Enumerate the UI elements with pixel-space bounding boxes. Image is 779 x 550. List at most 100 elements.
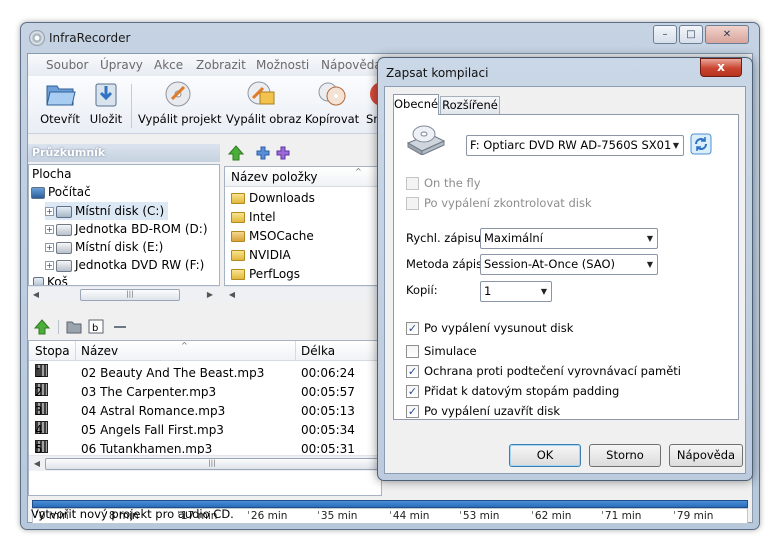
column-length[interactable]: Délka xyxy=(301,341,335,361)
simulation-label: Simulace xyxy=(424,344,477,358)
buffer-protection-checkbox[interactable]: ✓ xyxy=(406,365,419,378)
drive-select-value: F: Optiarc DVD RW AD-7560S SX01 xyxy=(470,138,672,152)
drive-select[interactable]: F: Optiarc DVD RW AD-7560S SX01 ▼ xyxy=(466,135,684,156)
file-row-intel[interactable]: Intel xyxy=(231,208,276,227)
menu-soubor[interactable]: Soubor xyxy=(46,58,88,72)
tree-item-desktop[interactable]: Plocha xyxy=(32,165,71,183)
save-icon xyxy=(95,83,117,107)
refresh-icon[interactable] xyxy=(690,133,712,155)
explorer-tree[interactable]: Plocha Počítač + Místní disk (C:) + Jednot… xyxy=(28,164,220,286)
tree-item-drive-f[interactable]: + Jednotka DVD RW (F:) xyxy=(45,256,204,274)
main-titlebar[interactable]: InfraRecorder – □ ✕ xyxy=(21,23,759,53)
tab-advanced[interactable]: Rozšířené xyxy=(440,96,500,115)
file-row-downloads[interactable]: Downloads xyxy=(231,189,315,208)
padding-checkbox[interactable]: ✓ xyxy=(406,385,419,398)
column-name[interactable]: Název xyxy=(81,341,118,361)
on-the-fly-checkbox[interactable] xyxy=(406,177,419,190)
infrarecorder-app-icon xyxy=(29,30,45,46)
tree-item-computer[interactable]: Počítač xyxy=(31,183,91,201)
track-row[interactable]: 1 02 Beauty And The Beast.mp3 00:06:24 xyxy=(29,364,381,383)
dialog-body: Obecné Rozšířené F: Optiarc DVD RW AD-75… xyxy=(384,86,746,474)
write-method-select[interactable]: Session-At-Once (SAO) ▼ xyxy=(480,254,658,275)
burn-image-button[interactable]: Vypálit obraz xyxy=(226,80,301,132)
expand-icon[interactable]: + xyxy=(45,207,54,216)
chevron-down-icon: ▼ xyxy=(646,234,653,243)
close-window-button[interactable]: ✕ xyxy=(705,25,749,44)
verify-checkbox[interactable] xyxy=(406,197,419,210)
scale-tick: 79 min xyxy=(673,510,714,522)
help-button[interactable]: Nápověda xyxy=(669,444,743,467)
scroll-left-icon[interactable]: ◀ xyxy=(31,458,43,470)
new-folder-icon[interactable] xyxy=(66,319,82,334)
copies-label: Kopií: xyxy=(406,283,438,297)
padding-label: Přidat k datovým stopám padding xyxy=(424,384,620,398)
track-row[interactable]: 3 04 Astral Romance.mp3 00:05:13 xyxy=(29,402,381,421)
up-arrow-icon[interactable] xyxy=(228,145,244,161)
explorer-file-list[interactable]: Název položky ^ Downloads Intel MSOCache … xyxy=(224,166,380,286)
tab-general[interactable]: Obecné xyxy=(393,94,439,115)
burn-project-button[interactable]: Vypálit projekt xyxy=(138,80,222,132)
tree-item-drive-d[interactable]: + Jednotka BD-ROM (D:) xyxy=(45,220,208,238)
folder-icon xyxy=(231,212,245,223)
tree-item-drive-e[interactable]: + Místní disk (E:) xyxy=(45,238,163,256)
menu-zobrazit[interactable]: Zobrazit xyxy=(196,58,246,72)
scroll-right-icon[interactable]: ▶ xyxy=(204,289,216,301)
scroll-left-icon[interactable]: ◀ xyxy=(30,289,42,301)
simulation-checkbox[interactable] xyxy=(406,345,419,358)
finalize-checkbox[interactable]: ✓ xyxy=(406,405,419,418)
cancel-button[interactable]: Storno xyxy=(589,444,661,467)
tree-item-drive-c[interactable]: + Místní disk (C:) xyxy=(45,202,169,220)
track-row[interactable]: 4 05 Angels Fall First.mp3 00:05:34 xyxy=(29,421,381,440)
add-all-icon[interactable] xyxy=(276,146,292,160)
add-icon[interactable] xyxy=(256,146,270,160)
copies-select[interactable]: 1 ▼ xyxy=(480,281,552,302)
ok-button[interactable]: OK xyxy=(509,444,581,467)
write-method-value: Session-At-Once (SAO) xyxy=(484,257,616,271)
computer-icon xyxy=(31,186,45,199)
scroll-thumb[interactable]: ||| xyxy=(45,458,379,470)
scroll-left-icon[interactable]: ◀ xyxy=(226,289,238,301)
file-row-perflogs[interactable]: PerfLogs xyxy=(231,265,300,284)
eject-checkbox[interactable]: ✓ xyxy=(406,322,419,335)
menu-akce[interactable]: Akce xyxy=(154,58,183,72)
minimize-button[interactable]: – xyxy=(653,25,677,44)
track-row[interactable]: 2 03 The Carpenter.mp3 00:05:57 xyxy=(29,383,381,402)
copy-button[interactable]: Kopírovat xyxy=(304,80,360,132)
tree-item-label: Koš xyxy=(47,275,68,286)
file-row-nvidia[interactable]: NVIDIA xyxy=(231,246,291,265)
explorer-header: Průzkumník xyxy=(28,144,220,162)
eject-label: Po vypálení vysunout disk xyxy=(424,321,574,335)
open-button[interactable]: Otevřít xyxy=(38,80,82,132)
maximize-button[interactable]: □ xyxy=(679,25,703,44)
file-column-header[interactable]: Název položky ^ xyxy=(225,167,379,187)
column-track[interactable]: Stopa xyxy=(35,341,70,361)
file-row-msocache[interactable]: MSOCache xyxy=(231,227,314,246)
expand-icon[interactable]: + xyxy=(45,261,54,270)
rename-icon[interactable]: b xyxy=(88,319,104,334)
project-horizontal-scrollbar[interactable]: ◀ ||| xyxy=(29,455,381,471)
track-number: 2 xyxy=(35,385,43,399)
expand-icon[interactable]: + xyxy=(45,225,54,234)
tree-horizontal-scrollbar[interactable]: ◀ ||| ▶ xyxy=(28,286,220,302)
up-arrow-icon[interactable] xyxy=(34,319,50,335)
menu-napoveda[interactable]: Nápověda xyxy=(321,58,382,72)
menu-upravy[interactable]: Úpravy xyxy=(100,58,143,72)
svg-text:b: b xyxy=(92,323,98,334)
project-track-list[interactable]: Stopa Název ^ Délka 1 02 Beauty And The B… xyxy=(28,340,382,496)
copy-label: Kopírovat xyxy=(304,112,360,126)
file-name: MSOCache xyxy=(249,229,314,243)
remove-icon[interactable] xyxy=(114,326,126,328)
dialog-close-button[interactable]: x xyxy=(700,58,742,77)
track-row[interactable]: 5 06 Tutankhamen.mp3 00:05:31 xyxy=(29,440,381,454)
track-number: 5 xyxy=(35,442,43,454)
menu-moznosti[interactable]: Možnosti xyxy=(256,58,309,72)
file-list-horizontal-scrollbar[interactable]: ◀ xyxy=(224,286,380,302)
project-column-header: Stopa Název ^ Délka xyxy=(29,341,381,361)
verify-label: Po vypálení zkontrolovat disk xyxy=(424,196,592,210)
tree-item-recycle-bin[interactable]: Koš xyxy=(33,273,68,286)
scroll-thumb[interactable]: ||| xyxy=(80,289,180,301)
expand-icon[interactable]: + xyxy=(45,243,54,252)
recycle-bin-icon xyxy=(33,276,44,285)
write-speed-select[interactable]: Maximální ▼ xyxy=(480,228,658,249)
save-button[interactable]: Uložit xyxy=(86,80,126,132)
